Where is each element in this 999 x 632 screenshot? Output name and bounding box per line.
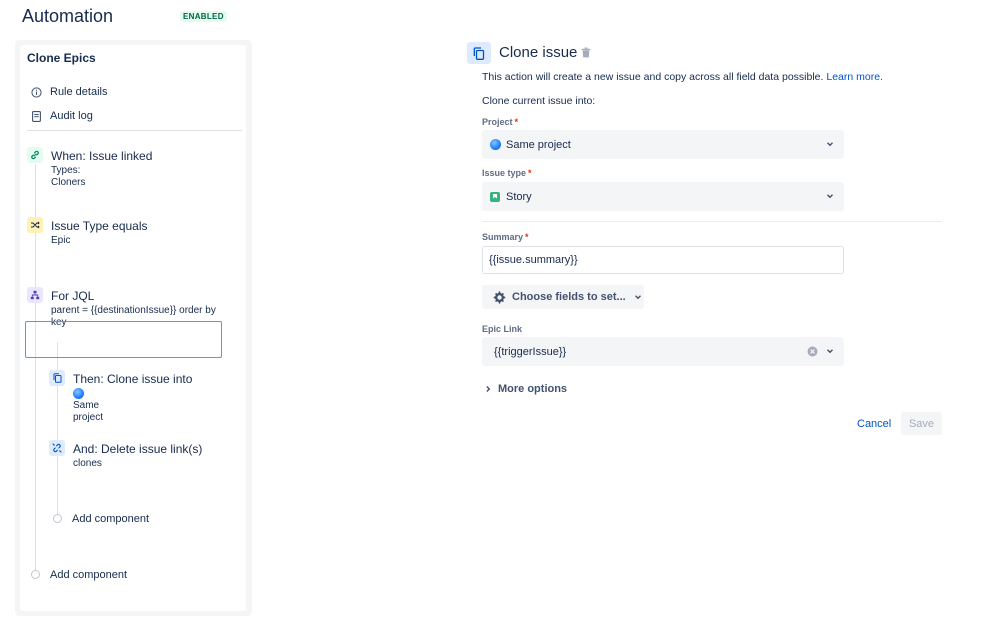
summary-input[interactable]: {{issue.summary}} (482, 246, 844, 274)
flow-connector-nested (57, 342, 58, 514)
document-icon (30, 110, 42, 122)
choose-fields-button[interactable]: Choose fields to set... (482, 285, 644, 309)
issue-type-field-label: Issue type * (482, 168, 532, 178)
chevron-right-icon (486, 386, 491, 392)
component-subtitle: Epic (51, 235, 71, 246)
selected-component-highlight (25, 321, 222, 358)
audit-log-label: Audit log (50, 110, 93, 122)
save-button[interactable]: Save (901, 412, 942, 435)
project-select[interactable]: Same project (482, 130, 844, 159)
more-options-label: More options (498, 383, 568, 395)
rule-details-link[interactable]: Rule details (30, 86, 107, 98)
sidebar-divider (27, 130, 242, 131)
project-field-label: Project * (482, 117, 519, 127)
component-subtitle-text: Same project (73, 400, 104, 424)
epic-link-select-value: {{triggerIssue}} (494, 345, 567, 358)
issue-type-select-value: Story (506, 190, 532, 203)
audit-log-link[interactable]: Audit log (30, 110, 93, 122)
copy-icon (467, 42, 491, 64)
clone-into-label: Clone current issue into: (482, 95, 596, 107)
add-component-dot-icon (31, 570, 40, 579)
trash-icon[interactable] (581, 47, 591, 58)
summary-field-label: Summary * (482, 232, 529, 242)
shuffle-icon (27, 217, 43, 233)
chevron-down-icon (827, 349, 833, 354)
component-title: And: Delete issue link(s) (73, 442, 203, 456)
component-subtitle: clones (73, 458, 102, 469)
globe-icon (490, 139, 501, 150)
component-title: When: Issue linked (51, 149, 153, 163)
gear-icon (493, 291, 506, 304)
chevron-down-icon (634, 295, 641, 300)
page-title: Automation (22, 6, 114, 26)
info-icon (30, 86, 42, 98)
rule-details-label: Rule details (50, 86, 108, 98)
action-description: This action will create a new issue and … (482, 71, 883, 83)
description-text: This action will create a new issue and … (482, 71, 824, 83)
more-options-toggle[interactable]: More options (484, 383, 567, 395)
add-component-nested-button[interactable]: Add component (72, 513, 149, 525)
globe-icon (73, 388, 84, 399)
learn-more-link[interactable]: Learn more. (826, 71, 883, 83)
section-divider (482, 221, 942, 222)
panel-title: Clone issue (499, 44, 578, 61)
component-title: Issue Type equals (51, 219, 148, 233)
add-component-dot-icon (53, 514, 62, 523)
project-select-value: Same project (506, 138, 571, 151)
epic-link-field-label: Epic Link (482, 324, 523, 334)
chevron-down-icon (827, 194, 833, 199)
unlink-icon (49, 440, 65, 456)
component-title: Then: Clone issue into (73, 372, 193, 386)
clear-icon[interactable] (807, 346, 818, 357)
story-icon (490, 191, 500, 202)
choose-fields-label: Choose fields to set... (512, 291, 626, 303)
cancel-button[interactable]: Cancel (851, 412, 897, 435)
epic-link-select[interactable]: {{triggerIssue}} (482, 337, 844, 366)
status-badge: ENABLED (180, 11, 227, 22)
hierarchy-icon (27, 287, 43, 303)
add-component-root-button[interactable]: Add component (50, 569, 127, 581)
link-icon (27, 147, 43, 163)
copy-icon (49, 370, 65, 386)
component-subtitle: Same project (73, 388, 103, 424)
rule-name: Clone Epics (27, 51, 96, 65)
issue-type-select[interactable]: Story (482, 182, 844, 211)
chevron-down-icon (827, 142, 833, 147)
component-subtitle: Types: Cloners (51, 165, 86, 188)
component-title: For JQL (51, 289, 95, 303)
